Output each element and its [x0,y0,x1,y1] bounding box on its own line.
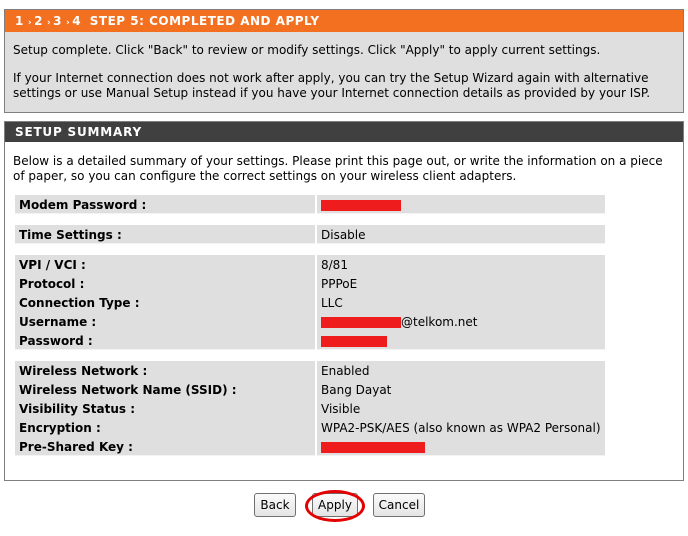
back-button[interactable]: Back [254,493,296,517]
ssid-value: Bang Dayat [317,380,605,399]
modem-password-label: Modem Password : [15,195,315,214]
chevron-right-icon: › [27,18,33,28]
wizard-step-panel: 1 › 2 › 3 › 4 STEP 5: COMPLETED AND APPLY Setu… [4,9,684,113]
modem-password-value [317,195,605,214]
visibility-status-label: Visibility Status : [15,399,315,418]
visibility-status-value: Visible [317,399,605,418]
step-2: 2 [34,14,43,28]
time-group: Time Settings : Disable [15,225,605,244]
redaction-bar [321,442,425,453]
vpi-vci-label: VPI / VCI : [15,255,315,274]
summary-intro-text: Below is a detailed summary of your sett… [13,154,663,183]
username-suffix: @telkom.net [401,315,478,329]
chevron-right-icon: › [66,18,71,28]
highlight-ring-annotation [305,490,365,522]
step-1: 1 [15,14,24,28]
cancel-button[interactable]: Cancel [373,493,425,517]
table-row: Wireless Network Name (SSID) : Bang Daya… [15,380,605,399]
protocol-label: Protocol : [15,274,315,293]
wireless-group: Wireless Network : Enabled Wireless Netw… [15,361,605,456]
table-row: Username : @telkom.net [15,312,605,331]
table-row: Time Settings : Disable [15,225,605,244]
redaction-bar [321,200,401,211]
password-value [317,331,605,350]
redaction-bar [321,317,401,328]
modem-group: Modem Password : [15,195,605,214]
table-row: VPI / VCI : 8/81 [15,255,605,274]
chevron-right-icon: › [46,18,52,28]
table-row: Password : [15,331,605,350]
connection-help-text: If your Internet connection does not wor… [13,71,651,100]
table-row: Wireless Network : Enabled [15,361,605,380]
connection-type-value: LLC [317,293,605,312]
table-row: Pre-Shared Key : [15,437,605,456]
step-4: 4 [72,14,82,28]
table-row: Connection Type : LLC [15,293,605,312]
summary-header: SETUP SUMMARY [5,122,683,142]
wireless-network-value: Enabled [317,361,605,380]
setup-complete-text: Setup complete. Click "Back" to review o… [13,43,601,57]
table-row: Modem Password : [15,195,605,214]
table-row: Visibility Status : Visible [15,399,605,418]
wireless-network-label: Wireless Network : [15,361,315,380]
wan-group: VPI / VCI : 8/81 Protocol : PPPoE Connec… [15,255,605,350]
username-value: @telkom.net [317,312,605,331]
ssid-label: Wireless Network Name (SSID) : [15,380,315,399]
step-title: STEP 5: COMPLETED AND APPLY [89,14,320,28]
connection-type-label: Connection Type : [15,293,315,312]
pre-shared-key-value [317,437,605,456]
protocol-value: PPPoE [317,274,605,293]
step-header: 1 › 2 › 3 › 4 STEP 5: COMPLETED AND APPLY [5,10,683,32]
encryption-value: WPA2-PSK/AES (also known as WPA2 Persona… [317,418,605,437]
redaction-bar [321,336,387,347]
time-settings-value: Disable [317,225,605,244]
username-label: Username : [15,312,315,331]
table-row: Encryption : WPA2-PSK/AES (also known as… [15,418,605,437]
encryption-label: Encryption : [15,418,315,437]
time-settings-label: Time Settings : [15,225,315,244]
pre-shared-key-label: Pre-Shared Key : [15,437,315,456]
table-row: Protocol : PPPoE [15,274,605,293]
vpi-vci-value: 8/81 [317,255,605,274]
step-3: 3 [53,14,63,28]
setup-summary-panel: SETUP SUMMARY Below is a detailed summar… [4,121,684,481]
password-label: Password : [15,331,315,350]
